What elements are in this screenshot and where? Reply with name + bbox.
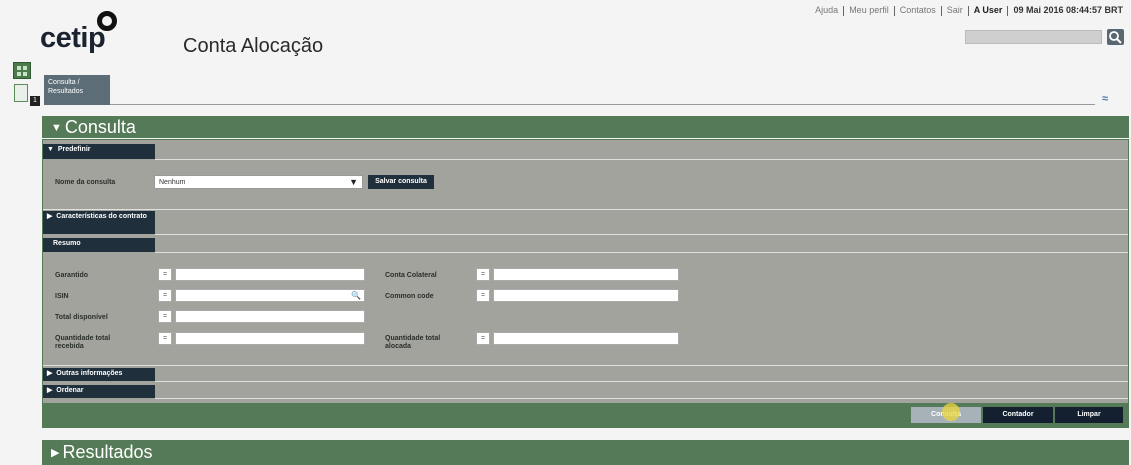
caret-down-icon: ▼ xyxy=(51,122,62,135)
total-disponivel-label: Total disponível xyxy=(55,314,108,321)
search-button[interactable] xyxy=(1107,29,1124,45)
qtd-alocada-label: Quantidade total alocada xyxy=(385,335,441,350)
salvar-consulta-button[interactable]: Salvar consulta xyxy=(368,175,434,189)
common-code-input[interactable] xyxy=(493,289,679,302)
nome-consulta-select[interactable]: Nenhum ▼ xyxy=(154,175,363,189)
isin-operator[interactable]: = xyxy=(158,289,172,302)
qtd-recebida-operator[interactable]: = xyxy=(158,332,172,345)
garantido-label: Garantido xyxy=(55,272,89,279)
qtd-alocada-operator[interactable]: = xyxy=(476,332,490,345)
resumo-header[interactable]: Resumo xyxy=(43,238,155,252)
tab-consulta-resultados[interactable]: Consulta / Resultados xyxy=(44,75,110,105)
resultados-title: Resultados xyxy=(62,442,153,462)
caracteristicas-header[interactable]: ▶ Características do contrato xyxy=(43,211,155,234)
user-name: A User xyxy=(973,5,1003,15)
common-code-operator[interactable]: = xyxy=(476,289,490,302)
qtd-recebida-label: Quantidade total recebida xyxy=(55,335,111,350)
action-bar: Consulta Contador Limpar xyxy=(43,403,1128,427)
tab-divider xyxy=(110,104,1095,105)
qtd-alocada-input[interactable] xyxy=(493,332,679,345)
page: Ajuda Meu perfil Contatos Sair A User 09 Mai … xyxy=(0,0,1131,465)
cetip-logo: cetip xyxy=(40,22,106,54)
resultados-section-header[interactable]: ▶ Resultados xyxy=(42,440,1129,465)
my-profile-link[interactable]: Meu perfil xyxy=(849,5,889,15)
page-title: Conta Alocação xyxy=(183,35,324,57)
total-disponivel-operator[interactable]: = xyxy=(158,310,172,323)
nome-consulta-label: Nome da consulta xyxy=(55,179,116,186)
isin-label: ISIN xyxy=(55,293,69,300)
total-disponivel-input[interactable] xyxy=(175,310,365,323)
limpar-button[interactable]: Limpar xyxy=(1055,407,1123,423)
consulta-section-header[interactable]: ▼ Consulta xyxy=(42,116,1129,138)
qtd-recebida-input[interactable] xyxy=(175,332,365,345)
datetime-label: 09 Mai 2016 08:44:57 BRT xyxy=(1013,5,1123,15)
grid-menu-icon[interactable] xyxy=(13,62,31,79)
cursor-highlight xyxy=(942,403,960,421)
conta-colateral-operator[interactable]: = xyxy=(476,268,490,281)
conta-colateral-input[interactable] xyxy=(493,268,679,281)
logout-link[interactable]: Sair xyxy=(947,5,963,15)
caracteristicas-label: Características do contrato xyxy=(56,213,147,220)
predefinir-label: Predefinir xyxy=(57,146,91,153)
search-icon xyxy=(1109,31,1122,44)
isin-input[interactable]: 🔍 xyxy=(175,289,365,302)
outras-informacoes-label: Outras informações xyxy=(56,370,123,377)
caret-right-icon: ▶ xyxy=(51,446,60,459)
caret-down-icon: ▼ xyxy=(349,177,358,187)
double-chevron-icon[interactable]: ≈ xyxy=(1102,93,1108,105)
predefinir-header[interactable]: ▼ Predefinir xyxy=(43,144,155,159)
search-icon[interactable]: 🔍 xyxy=(351,291,361,300)
logo-ring-icon xyxy=(97,11,117,31)
window-count-badge: 1 xyxy=(30,96,40,106)
outras-informacoes-header[interactable]: ▶ Outras informações xyxy=(43,368,155,381)
contador-button[interactable]: Contador xyxy=(983,407,1053,423)
garantido-operator[interactable]: = xyxy=(158,268,172,281)
document-list-icon[interactable] xyxy=(14,84,28,102)
help-link[interactable]: Ajuda xyxy=(815,5,838,15)
consulta-title: Consulta xyxy=(64,117,136,137)
resumo-label: Resumo xyxy=(53,240,81,247)
common-code-label: Common code xyxy=(385,293,434,300)
consulta-panel: ▼ Predefinir Nome da consulta Nenhum ▼ S… xyxy=(42,139,1129,428)
nome-consulta-value: Nenhum xyxy=(159,179,186,186)
top-links-bar: Ajuda Meu perfil Contatos Sair A User 09 Mai … xyxy=(815,5,1123,16)
garantido-input[interactable] xyxy=(175,268,365,281)
conta-colateral-label: Conta Colateral xyxy=(385,272,437,279)
contacts-link[interactable]: Contatos xyxy=(900,5,936,15)
global-search-input[interactable] xyxy=(965,30,1102,44)
ordenar-header[interactable]: ▶ Ordenar xyxy=(43,385,155,398)
ordenar-label: Ordenar xyxy=(56,387,84,394)
